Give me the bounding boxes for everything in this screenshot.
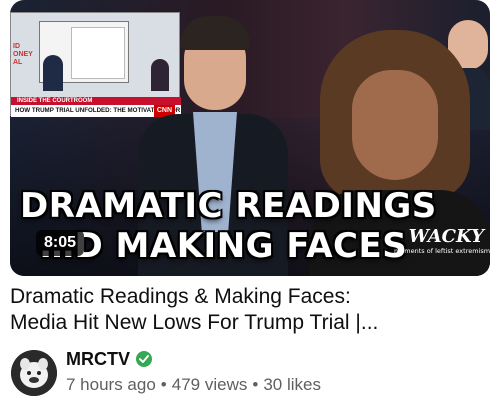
- channel-name-row[interactable]: MRCTV: [66, 348, 152, 370]
- wacky-tagline: moments of leftist extremism: [394, 247, 490, 255]
- posted-time: 7 hours ago: [66, 375, 156, 394]
- inset-side-text-3: AL: [13, 59, 23, 66]
- separator-dot: •: [160, 375, 167, 394]
- video-title-line2[interactable]: Media Hit New Lows For Trump Trial |...: [10, 310, 490, 336]
- inset-side-text: ID ONEY AL: [13, 43, 33, 67]
- document-image: [71, 27, 125, 79]
- channel-avatar[interactable]: [11, 350, 57, 396]
- anchor-figure: [43, 55, 63, 91]
- inset-side-text-1: ID: [13, 43, 20, 50]
- duration-badge: 8:05: [36, 230, 85, 256]
- verified-check-icon: [136, 351, 152, 367]
- channel-name[interactable]: MRCTV: [66, 348, 130, 370]
- separator-dot: •: [252, 375, 259, 394]
- video-thumbnail[interactable]: ID ONEY AL INSIDE THE COURTROOM HOW TRUM…: [10, 0, 490, 276]
- wacky-logo-text: WACKY: [408, 226, 484, 247]
- inset-side-text-2: ONEY: [13, 51, 33, 58]
- bulldog-icon: [11, 350, 57, 396]
- video-card[interactable]: ID ONEY AL INSIDE THE COURTROOM HOW TRUM…: [0, 0, 500, 402]
- like-count: 30 likes: [263, 375, 321, 394]
- thumbnail-headline-line2: …D MAKING FACES: [40, 226, 408, 266]
- view-count: 479 views: [171, 375, 248, 394]
- video-title-line1[interactable]: Dramatic Readings & Making Faces:: [10, 284, 490, 310]
- wacky-logo: WACKY moments of leftist extremism: [394, 226, 490, 266]
- video-metadata: 7 hours ago • 479 views • 30 likes: [66, 374, 321, 396]
- video-title[interactable]: Dramatic Readings & Making Faces: Media …: [10, 284, 490, 336]
- thumbnail-headline-line1: DRAMATIC READINGS: [20, 186, 437, 226]
